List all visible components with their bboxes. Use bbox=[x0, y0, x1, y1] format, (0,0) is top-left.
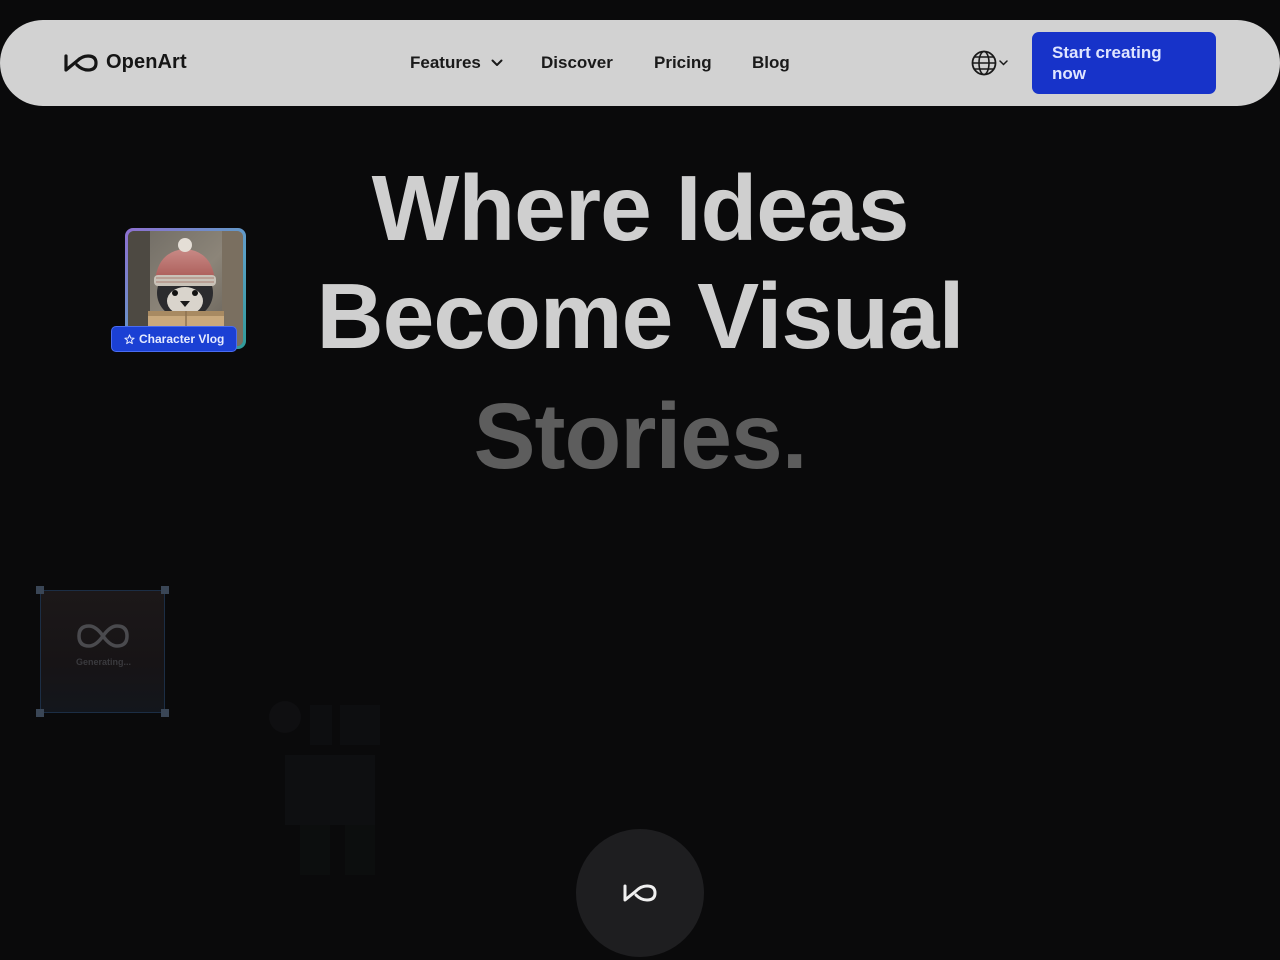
infinity-loading-icon bbox=[77, 624, 129, 648]
character-vlog-badge[interactable]: Character Vlog bbox=[111, 326, 238, 352]
faded-figure-image bbox=[269, 701, 380, 875]
resize-handle-top-left[interactable] bbox=[36, 586, 44, 594]
nav-pricing-label: Pricing bbox=[654, 53, 712, 72]
generating-label: Generating... bbox=[75, 657, 131, 667]
nav-discover[interactable]: Discover bbox=[541, 53, 613, 73]
chevron-down-icon bbox=[999, 60, 1008, 66]
start-creating-button[interactable]: Start creating now bbox=[1032, 32, 1216, 94]
nav-pricing[interactable]: Pricing bbox=[654, 53, 712, 73]
language-selector[interactable] bbox=[970, 49, 1008, 77]
character-vlog-label: Character Vlog bbox=[139, 332, 225, 346]
resize-handle-bottom-left[interactable] bbox=[36, 709, 44, 717]
star-icon bbox=[124, 333, 135, 344]
nav-blog[interactable]: Blog bbox=[752, 53, 790, 73]
resize-handle-bottom-right[interactable] bbox=[161, 709, 169, 717]
hero-title-line-3: Stories. bbox=[473, 384, 807, 488]
chevron-down-icon bbox=[491, 59, 503, 66]
top-navbar: OpenArt Features Discover Pricing Blog S… bbox=[0, 20, 1280, 106]
page: OpenArt Features Discover Pricing Blog S… bbox=[0, 0, 1280, 960]
nav-discover-label: Discover bbox=[541, 53, 613, 72]
resize-handle-top-right[interactable] bbox=[161, 586, 169, 594]
nav-features-label: Features bbox=[410, 53, 481, 72]
globe-icon bbox=[971, 50, 997, 76]
infinity-logo-icon bbox=[623, 884, 657, 902]
nav-features[interactable]: Features bbox=[410, 53, 503, 73]
nav-blog-label: Blog bbox=[752, 53, 790, 72]
openart-fab-button[interactable] bbox=[576, 829, 704, 957]
generating-card[interactable]: Generating... bbox=[36, 586, 169, 717]
